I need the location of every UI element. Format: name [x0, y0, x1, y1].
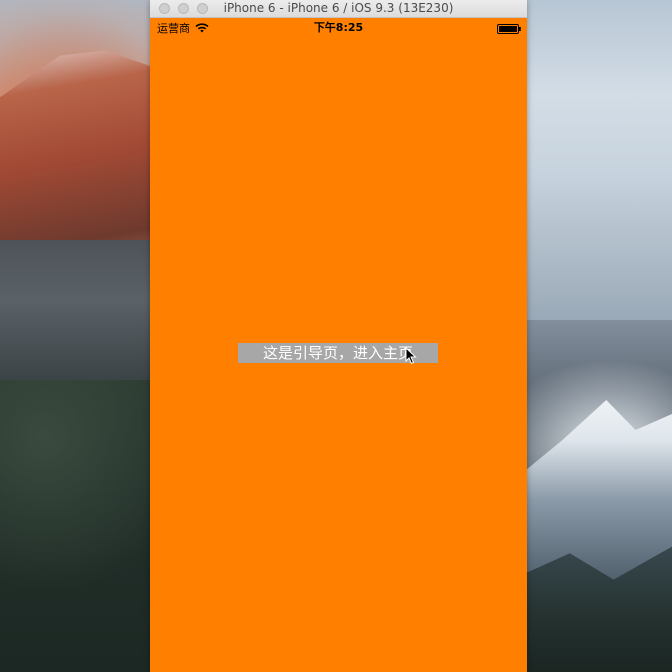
window-title: iPhone 6 - iPhone 6 / iOS 9.3 (13E230)	[223, 1, 454, 15]
wallpaper-sky-right	[526, 0, 672, 320]
battery-icon	[497, 24, 521, 34]
enter-home-button[interactable]: 这是引导页，进入主页	[238, 343, 438, 363]
status-time: 下午8:25	[313, 21, 364, 34]
simulator-window: iPhone 6 - iPhone 6 / iOS 9.3 (13E230) 运…	[150, 0, 527, 672]
ios-screen: 运营商 下午8:25 这是引导页，进入主页	[150, 18, 527, 672]
window-titlebar[interactable]: iPhone 6 - iPhone 6 / iOS 9.3 (13E230)	[150, 0, 527, 18]
status-bar: 运营商 下午8:25	[150, 18, 527, 38]
wallpaper-forest-left	[0, 380, 150, 672]
